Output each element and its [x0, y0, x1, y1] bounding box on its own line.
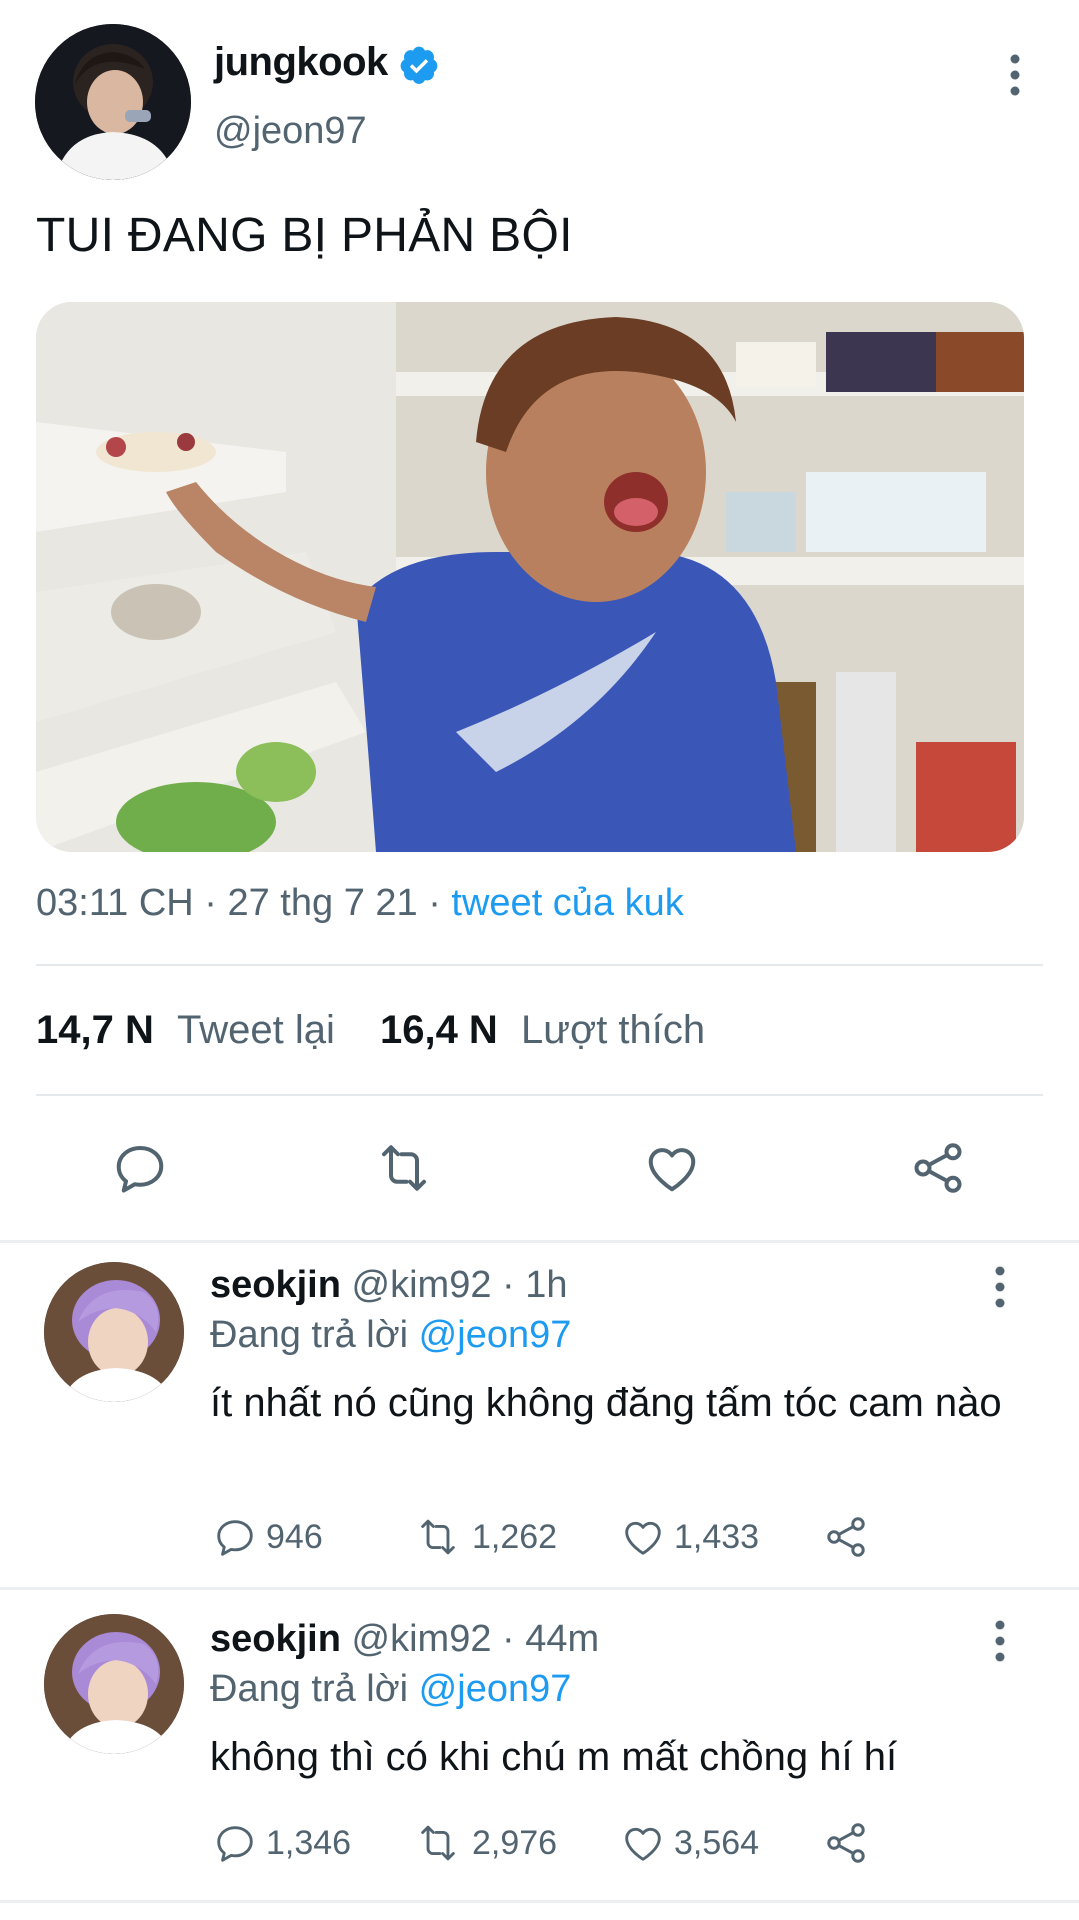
- reply-header: seokjin @kim92 · 1h: [210, 1264, 568, 1307]
- more-options-icon[interactable]: [985, 1618, 1015, 1664]
- reply-icon: [217, 1826, 253, 1862]
- reply-text: không thì có khi chú m mất chồng hí hí: [210, 1735, 898, 1779]
- replying-to-handle[interactable]: @jeon97: [419, 1314, 572, 1356]
- reply-icon: [217, 1520, 253, 1556]
- reply-author-name[interactable]: seokjin: [210, 1618, 341, 1660]
- like-count-button[interactable]: 3,564: [620, 1818, 759, 1868]
- tweet-source-link[interactable]: tweet của kuk: [451, 882, 683, 924]
- share-button[interactable]: [822, 1818, 878, 1868]
- like-count[interactable]: 16,4 N: [380, 1008, 498, 1052]
- like-icon: [625, 1521, 661, 1555]
- retweet-icon[interactable]: [374, 1138, 434, 1198]
- verified-badge-icon: [400, 46, 438, 84]
- more-options-icon[interactable]: [1000, 52, 1030, 98]
- replying-to-prefix: Đang trả lời: [210, 1668, 419, 1710]
- like-icon: [625, 1827, 661, 1861]
- retweet-count: 1,262: [472, 1517, 558, 1556]
- tweet-text: TUI ĐANG BỊ PHẢN BỘI: [36, 209, 573, 262]
- section-separator: [0, 1587, 1079, 1590]
- reply-count: 1,346: [266, 1823, 352, 1862]
- section-separator: [0, 1900, 1079, 1903]
- section-separator: [0, 1240, 1079, 1243]
- tweet-stats: 14,7 N Tweet lại 16,4 N Lượt thích: [36, 1008, 705, 1053]
- replying-to-handle[interactable]: @jeon97: [419, 1668, 572, 1710]
- like-count-button[interactable]: 1,433: [620, 1512, 759, 1562]
- tweet-meta: 03:11 CH · 27 thg 7 21 · tweet của kuk: [36, 882, 684, 925]
- reply-count: 946: [266, 1517, 323, 1556]
- more-options-icon[interactable]: [985, 1264, 1015, 1310]
- retweet-icon: [421, 1519, 455, 1555]
- share-icon: [827, 1823, 865, 1863]
- reply-avatar[interactable]: [44, 1262, 184, 1402]
- replying-to-prefix: Đang trả lời: [210, 1314, 419, 1356]
- author-avatar[interactable]: [35, 24, 191, 180]
- retweet-count-button[interactable]: 1,262: [412, 1512, 557, 1562]
- like-count: 3,564: [674, 1823, 760, 1862]
- author-handle[interactable]: @jeon97: [214, 110, 367, 153]
- reply-avatar[interactable]: [44, 1614, 184, 1754]
- retweet-count: 2,976: [472, 1823, 558, 1862]
- retweet-count-button[interactable]: 2,976: [412, 1818, 557, 1868]
- replying-to: Đang trả lời @jeon97: [210, 1668, 571, 1711]
- divider: [36, 1094, 1043, 1096]
- reply-handle-time[interactable]: @kim92 · 1h: [352, 1264, 568, 1306]
- tweet-media-photo[interactable]: [36, 302, 1024, 852]
- retweet-count[interactable]: 14,7 N: [36, 1008, 154, 1052]
- retweet-icon: [421, 1825, 455, 1861]
- reply-author-name[interactable]: seokjin: [210, 1264, 341, 1306]
- reply-icon[interactable]: [110, 1138, 170, 1198]
- reply-header: seokjin @kim92 · 44m: [210, 1618, 599, 1661]
- share-icon: [827, 1517, 865, 1557]
- like-count: 1,433: [674, 1517, 760, 1556]
- reply-text: ít nhất nó cũng không đăng tấm tóc cam n…: [210, 1381, 1002, 1425]
- reply-count-button[interactable]: 946: [212, 1512, 323, 1562]
- reply-handle-time[interactable]: @kim92 · 44m: [352, 1618, 600, 1660]
- reply-count-button[interactable]: 1,346: [212, 1818, 351, 1868]
- share-icon[interactable]: [908, 1138, 968, 1198]
- like-icon[interactable]: [642, 1138, 702, 1198]
- replying-to: Đang trả lời @jeon97: [210, 1314, 571, 1357]
- author-name[interactable]: jungkook: [214, 40, 388, 85]
- retweet-label[interactable]: Tweet lại: [177, 1008, 335, 1052]
- like-label[interactable]: Lượt thích: [521, 1008, 705, 1052]
- tweet-timestamp: 03:11 CH · 27 thg 7 21 ·: [36, 882, 452, 924]
- share-button[interactable]: [822, 1512, 878, 1562]
- divider: [36, 964, 1043, 966]
